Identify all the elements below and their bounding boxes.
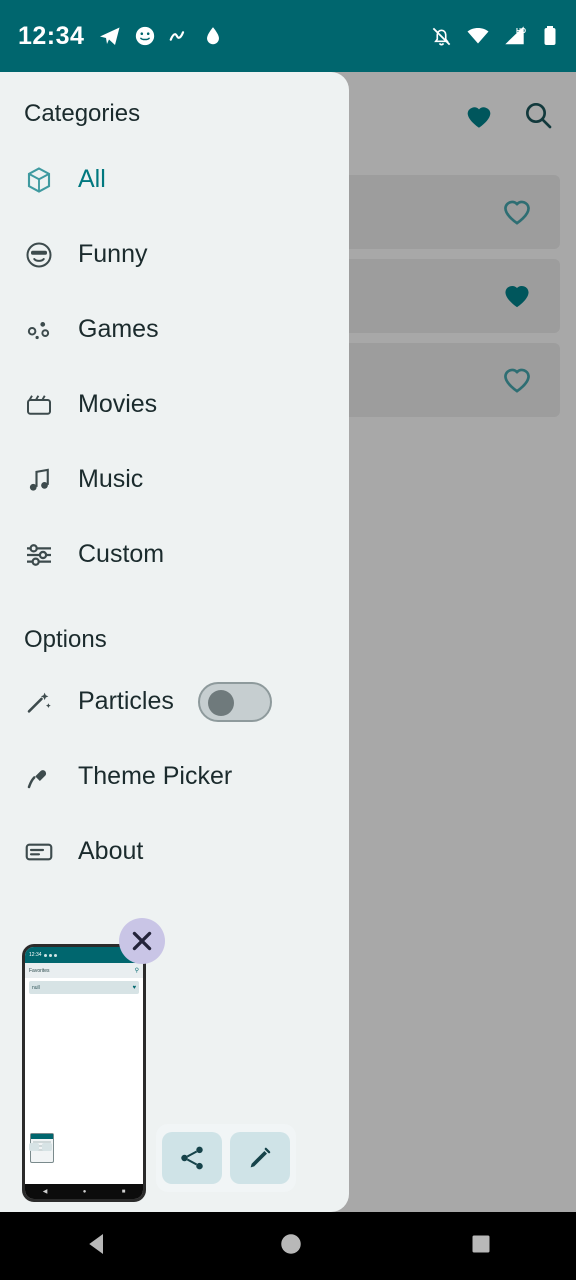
- drawer-item-theme-picker[interactable]: Theme Picker: [0, 739, 349, 814]
- preview-card: null ♥: [29, 981, 139, 994]
- preview-back-glyph: ◀: [42, 1189, 48, 1195]
- preview-chip: [29, 1143, 39, 1151]
- preview-body: [25, 994, 143, 1169]
- recents-button[interactable]: [469, 1232, 493, 1261]
- heart-outline-icon[interactable]: [498, 191, 536, 234]
- drawer-item-games[interactable]: Games: [0, 292, 349, 367]
- preview-app-bar: Favorites ⚲: [25, 963, 143, 978]
- drawer-item-label: Particles: [78, 687, 174, 715]
- preview-heart-icon: ♥: [132, 984, 136, 991]
- mobile-data-hd-icon: HD: [505, 26, 526, 45]
- heart-outline-icon[interactable]: [498, 359, 536, 402]
- paint-brush-icon: [22, 760, 56, 794]
- drawer-item-label: All: [78, 165, 106, 193]
- toggle-knob: [207, 689, 234, 716]
- drawer-item-label: About: [78, 837, 144, 865]
- pencil-icon: [250, 1147, 271, 1168]
- share-icon: [181, 1146, 203, 1170]
- battery-icon: [544, 26, 556, 45]
- water-drop-icon: [207, 27, 220, 45]
- music-note-icon: [22, 463, 56, 497]
- drawer-item-about[interactable]: About: [0, 814, 349, 889]
- preview-chip: [42, 1143, 52, 1151]
- preview-status-dot: [48, 953, 52, 957]
- telegram-icon: [100, 27, 120, 45]
- smiley-sunglasses-icon: [22, 238, 56, 272]
- drawer-item-label: Theme Picker: [78, 762, 233, 790]
- navigation-drawer: Categories All Funny Games Movies Music …: [0, 72, 349, 1212]
- smiley-icon: [136, 26, 155, 46]
- clapperboard-icon: [22, 388, 56, 422]
- music-icon: [170, 31, 185, 41]
- search-icon[interactable]: [522, 99, 554, 136]
- preview-search-icon: ⚲: [134, 968, 139, 974]
- drawer-item-all[interactable]: All: [0, 142, 349, 217]
- system-nav-bar: [0, 1212, 576, 1280]
- preview-card-label: null: [32, 984, 40, 991]
- close-icon: [132, 931, 152, 951]
- particles-toggle[interactable]: [197, 681, 272, 722]
- sliders-icon: [22, 538, 56, 572]
- preview-status-dot: [53, 953, 57, 957]
- sparkle-wand-icon: [22, 685, 56, 719]
- drawer-item-label: Music: [78, 465, 144, 493]
- preview-clock: 12:34: [29, 952, 42, 958]
- wifi-icon: [467, 28, 489, 44]
- svg-text:HD: HD: [516, 28, 526, 35]
- preview-inner-actions: [29, 1143, 52, 1151]
- status-notification-icons: [98, 24, 224, 48]
- status-system-icons: HD: [430, 24, 558, 48]
- options-header: Options: [24, 626, 107, 653]
- favorites-filled-icon[interactable]: [462, 98, 496, 137]
- drawer-item-label: Movies: [78, 390, 158, 418]
- preview-inner-statusbar: [31, 1134, 53, 1139]
- preview-nav-bar: ◀ ● ■: [25, 1184, 143, 1199]
- drawer-item-custom[interactable]: Custom: [0, 517, 349, 592]
- close-preview-button[interactable]: [119, 918, 165, 964]
- drawer-item-label: Funny: [78, 240, 148, 268]
- screenshot-action-bar: [156, 1124, 296, 1192]
- phone-screen: 12:34 HD Categories All Funny Games Movi…: [0, 0, 576, 1280]
- back-button[interactable]: [83, 1229, 113, 1264]
- cube-icon: [22, 163, 56, 197]
- preview-home-glyph: ●: [82, 1188, 87, 1195]
- share-button[interactable]: [162, 1132, 222, 1184]
- heart-filled-icon[interactable]: [498, 275, 536, 318]
- drawer-item-music[interactable]: Music: [0, 442, 349, 517]
- preview-recents-glyph: ■: [121, 1188, 126, 1195]
- screenshot-preview-thumbnail[interactable]: 12:34 Favorites ⚲ null ♥ ◀ ● ■: [22, 944, 146, 1202]
- categories-header: Categories: [24, 100, 141, 127]
- edit-button[interactable]: [230, 1132, 290, 1184]
- drawer-item-funny[interactable]: Funny: [0, 217, 349, 292]
- preview-status-dot: [43, 953, 47, 957]
- status-bar: 12:34 HD: [0, 0, 576, 72]
- drawer-item-particles[interactable]: Particles: [0, 664, 349, 739]
- drawer-item-movies[interactable]: Movies: [0, 367, 349, 442]
- status-clock: 12:34: [18, 21, 85, 50]
- game-dice-icon: [22, 313, 56, 347]
- info-card-icon: [22, 835, 56, 869]
- home-button[interactable]: [278, 1231, 304, 1262]
- drawer-item-label: Custom: [78, 540, 165, 568]
- notifications-off-icon: [432, 27, 451, 45]
- preview-app-title: Favorites: [29, 967, 50, 974]
- drawer-item-label: Games: [78, 315, 159, 343]
